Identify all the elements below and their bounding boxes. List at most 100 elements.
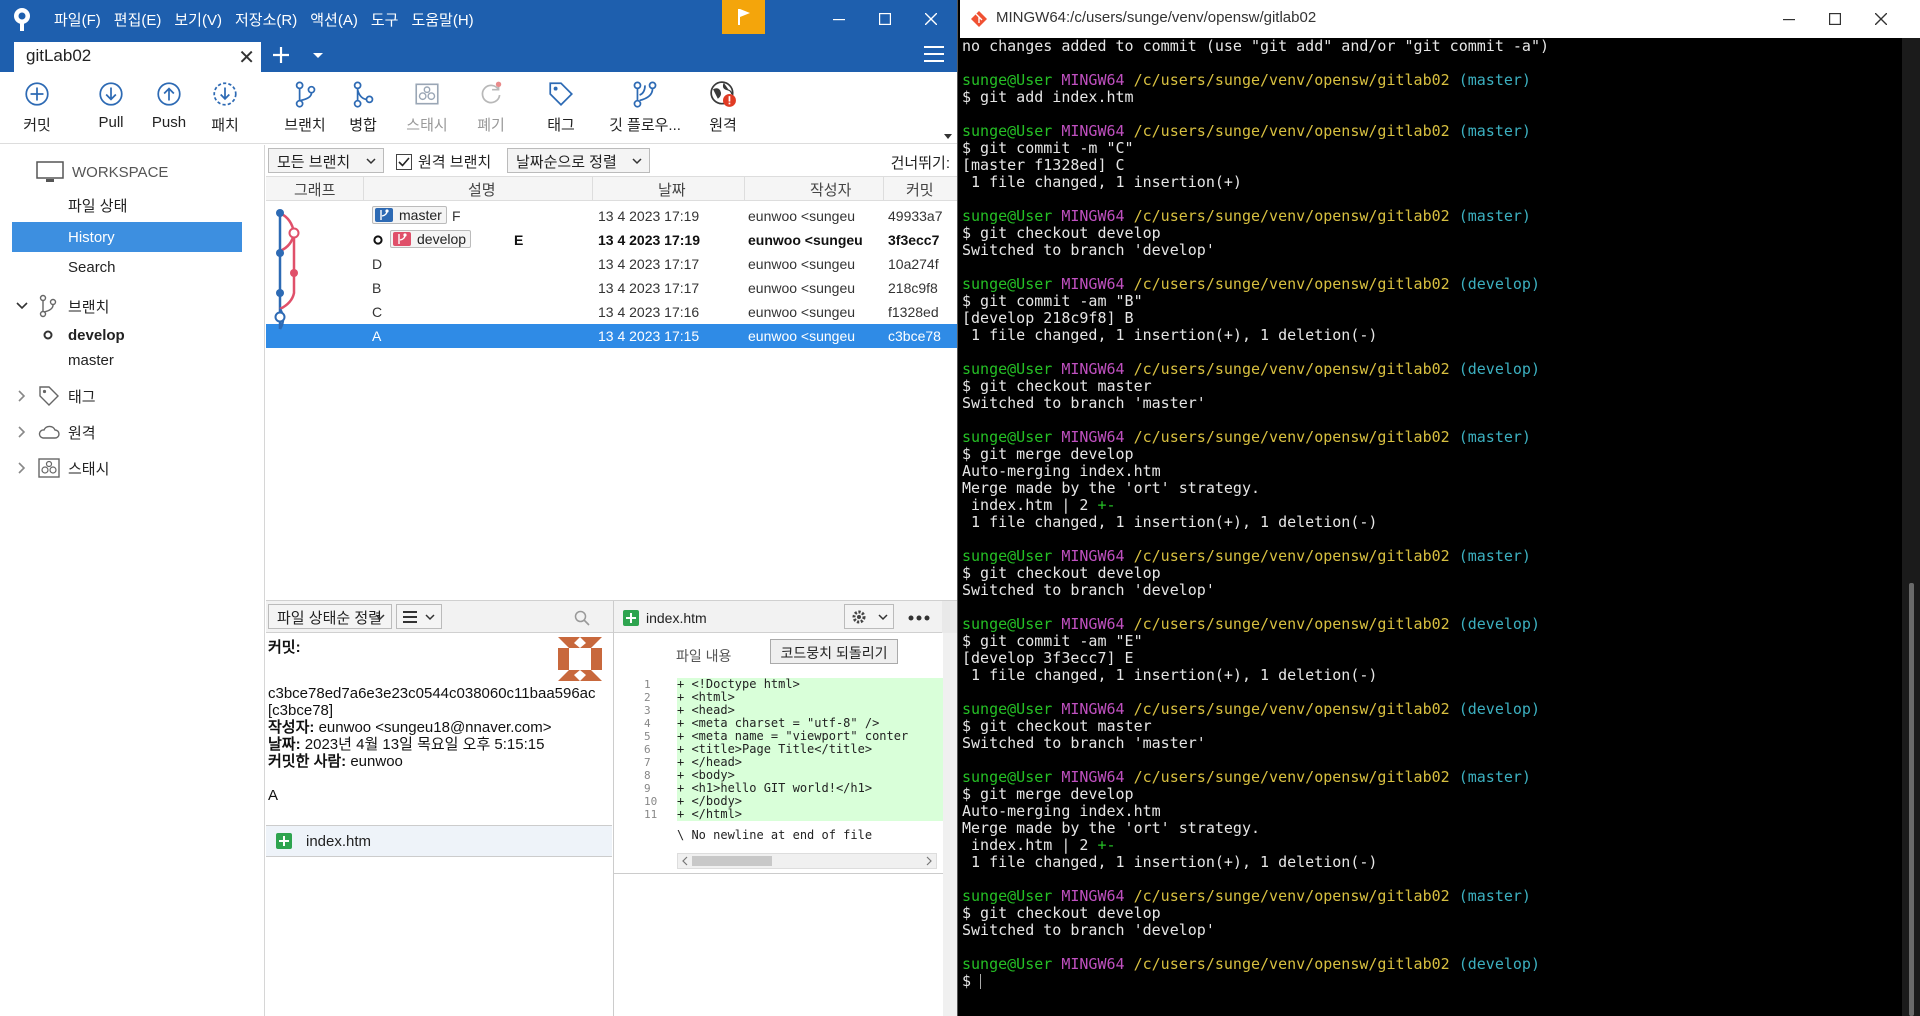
toolbar-git-flow-button[interactable]: 깃 플로우... — [608, 80, 682, 140]
toolbar-tag-button[interactable]: 태그 — [524, 80, 598, 140]
prompt-user: sunge@User — [962, 887, 1053, 905]
commit-row[interactable]: A 13 4 2023 17:15 eunwoo <sungeu c3bce78 — [266, 324, 957, 348]
more-options-icon[interactable] — [908, 615, 930, 621]
menu-item[interactable]: 저장소(R) — [235, 9, 308, 30]
current-branch-circle-icon — [43, 330, 53, 340]
prompt-branch: (master) — [1458, 428, 1531, 446]
toolbar-commit-plus-button[interactable]: 커밋 — [0, 80, 74, 140]
prompt-branch: (master) — [1458, 887, 1531, 905]
sidebar-stash-header[interactable]: 스태시 — [0, 453, 265, 483]
scroll-right-icon[interactable] — [926, 856, 932, 866]
added-code-line: + <meta charset = "utf-8" /> — [677, 717, 952, 730]
chevron-right-icon[interactable] — [18, 390, 26, 402]
sidebar-item-search[interactable]: Search — [0, 252, 265, 282]
menu-item[interactable]: 파일(F) — [54, 9, 112, 30]
new-tab-plus-icon[interactable] — [270, 38, 292, 72]
checkbox-checked-icon[interactable] — [396, 153, 412, 170]
horizontal-scrollbar[interactable] — [677, 853, 937, 869]
scrollbar-thumb[interactable] — [1909, 583, 1914, 1016]
remote-branches-toggle[interactable]: 원격 브랜치 — [396, 151, 491, 172]
sidebar-item-file-status[interactable]: 파일 상태 — [0, 190, 265, 220]
maximize-button[interactable] — [862, 0, 908, 38]
tab-close-icon[interactable]: ✕ — [238, 45, 255, 70]
commit-row[interactable]: D 13 4 2023 17:17 eunwoo <sungeu 10a274f — [266, 252, 957, 276]
tags-label: 태그 — [68, 388, 96, 406]
terminal-maximize-button[interactable] — [1812, 0, 1858, 38]
toolbar-button-label: 스태시 — [406, 117, 448, 134]
terminal-text: $ git checkout develop — [962, 904, 1161, 922]
column-description[interactable]: 설명 — [468, 179, 496, 200]
all-branches-dropdown[interactable]: 모든 브랜치 — [268, 148, 384, 173]
prompt-user: sunge@User — [962, 768, 1053, 786]
prompt-host: MINGW64 — [1061, 428, 1125, 446]
commit-author: eunwoo <sungeu — [748, 304, 856, 320]
scroll-left-icon[interactable] — [682, 856, 688, 866]
sidebar-remotes-header[interactable]: 원격 — [0, 417, 265, 447]
flag-notification-button[interactable] — [722, 0, 765, 34]
minimize-button[interactable] — [816, 0, 862, 38]
chevron-right-icon[interactable] — [18, 426, 26, 438]
terminal-output[interactable]: no changes added to commit (use "git add… — [962, 38, 1902, 1016]
sidebar-tags-header[interactable]: 태그 — [0, 381, 265, 411]
terminal-line: Switched to branch 'develop' — [962, 582, 1902, 599]
vertical-scrollbar[interactable] — [943, 633, 957, 1016]
toolbar-remote-globe-button[interactable]: 원격 — [686, 80, 760, 140]
commit-date: 13 4 2023 17:19 — [598, 208, 700, 224]
commit-row[interactable]: master F 13 4 2023 17:19 eunwoo <sungeu 4993… — [266, 204, 957, 228]
prompt-user: sunge@User — [962, 700, 1053, 718]
close-button[interactable] — [908, 0, 954, 38]
column-commit[interactable]: 커밋 — [906, 179, 934, 200]
branch-label-master[interactable]: master — [372, 206, 447, 224]
search-icon[interactable] — [574, 610, 590, 626]
commit-row[interactable]: B 13 4 2023 17:17 eunwoo <sungeu 218c9f8 — [266, 276, 957, 300]
diff-settings-dropdown[interactable] — [844, 604, 894, 629]
commit-row[interactable]: develop E 13 4 2023 17:19 eunwoo <sungeu 3f3… — [266, 228, 957, 252]
terminal-line: Merge made by the 'ort' strategy. — [962, 820, 1902, 837]
prompt-branch: (master) — [1458, 207, 1531, 225]
commit-row[interactable]: C 13 4 2023 17:16 eunwoo <sungeu f1328ed — [266, 300, 957, 324]
prompt-branch: (master) — [1458, 547, 1531, 565]
sidebar-branch-master[interactable]: master — [0, 345, 265, 375]
toolbar-patch-button[interactable]: 패치 — [188, 80, 262, 140]
sort-dropdown[interactable]: 날짜순으로 정렬 — [507, 148, 650, 173]
repo-tabbar: gitLab02 ✕ — [0, 38, 957, 72]
toolbar-overflow-icon[interactable] — [944, 134, 952, 140]
discard-hunk-button[interactable]: 코드뭉치 되돌리기 — [770, 639, 898, 664]
menu-item[interactable]: 도구 — [371, 9, 410, 30]
hamburger-menu-icon[interactable] — [924, 46, 944, 62]
sidebar-item-history[interactable]: History — [12, 222, 242, 252]
toolbar-merge-button[interactable]: 병합 — [326, 80, 400, 140]
details-toolbar: 파일 상태순 정렬 index.htm — [266, 600, 957, 634]
prompt-branch: (develop) — [1458, 360, 1540, 378]
terminal-scrollbar[interactable] — [1902, 38, 1920, 1016]
sidebar-branches-header[interactable]: 브랜치 — [0, 291, 265, 321]
terminal-text: [develop 3f3ecc7] E — [962, 649, 1134, 667]
column-author[interactable]: 작성자 — [810, 179, 851, 200]
terminal-minimize-button[interactable] — [1766, 0, 1812, 38]
branch-label-develop[interactable]: develop — [390, 230, 472, 248]
terminal-text: $ git commit -am "E" — [962, 632, 1143, 650]
chevron-right-icon[interactable] — [18, 462, 26, 474]
column-date[interactable]: 날짜 — [658, 179, 686, 200]
merge-icon — [353, 81, 374, 108]
diff-line: 10 + </body> — [614, 795, 957, 808]
repo-tab[interactable]: gitLab02 ✕ — [14, 42, 261, 72]
menu-item[interactable]: 액션(A) — [310, 9, 369, 30]
prompt-host: MINGW64 — [1061, 71, 1125, 89]
menu-item[interactable]: 편집(E) — [114, 9, 173, 30]
terminal-close-button[interactable] — [1858, 0, 1904, 38]
file-sort-dropdown[interactable]: 파일 상태순 정렬 — [268, 604, 392, 629]
menu-item[interactable]: 도움말(H) — [411, 9, 484, 30]
view-mode-dropdown[interactable] — [396, 604, 442, 629]
terminal-line: no changes added to commit (use "git add… — [962, 38, 1902, 55]
column-graph[interactable]: 그래프 — [294, 179, 335, 200]
menu-item[interactable]: 보기(V) — [174, 9, 233, 30]
head-marker-icon — [373, 235, 383, 245]
terminal-line: Switched to branch 'develop' — [962, 922, 1902, 939]
commit-date: 13 4 2023 17:17 — [598, 256, 700, 272]
tab-dropdown-icon[interactable] — [312, 52, 324, 60]
changed-file-row[interactable]: index.htm — [266, 825, 612, 857]
chevron-down-icon[interactable] — [16, 302, 28, 310]
scrollbar[interactable] — [942, 601, 957, 634]
